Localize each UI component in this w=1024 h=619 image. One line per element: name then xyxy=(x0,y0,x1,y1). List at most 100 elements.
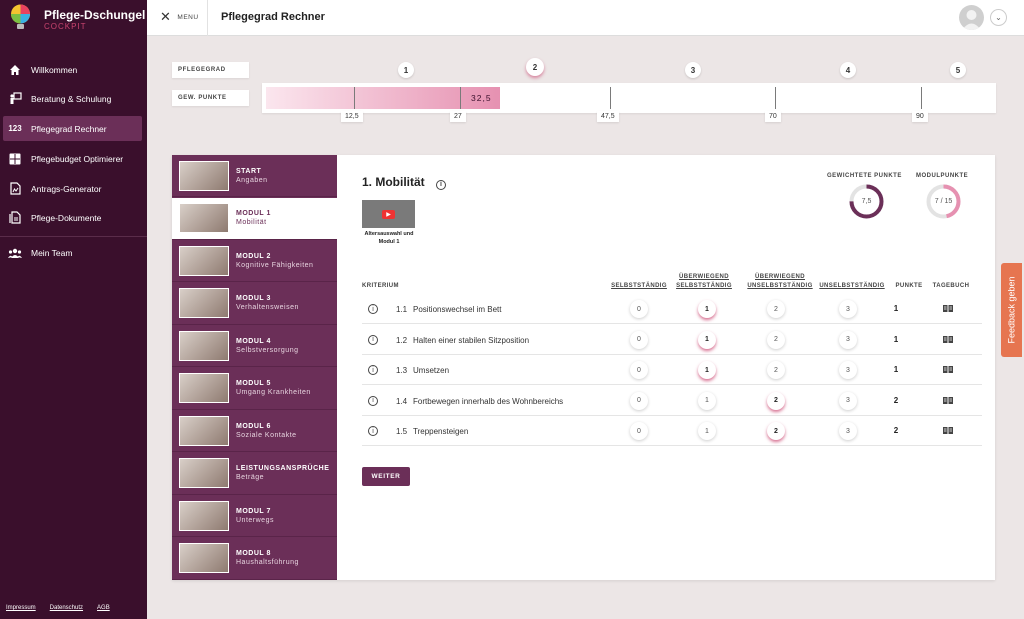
info-icon[interactable]: i xyxy=(368,395,378,406)
menu-button[interactable]: ✕ MENU xyxy=(160,10,199,23)
score-option[interactable]: 3 xyxy=(839,330,857,349)
module-panel: START Angaben MODUL 1 Mobilität MODUL 2 Kogni… xyxy=(172,155,995,580)
module-list-item[interactable]: MODUL 5 Umgang Krankheiten xyxy=(172,368,337,410)
row-points: 2 xyxy=(893,426,899,435)
score-option[interactable]: 3 xyxy=(839,422,857,440)
module-item-title: LEISTUNGSANSPRÜCHE xyxy=(236,465,330,472)
score-option[interactable]: 1 xyxy=(698,300,716,318)
score-option[interactable]: 1 xyxy=(698,391,716,410)
bar-tick xyxy=(921,87,922,109)
sidebar-item-pflegebudget[interactable]: Pflegebudget Optimierer xyxy=(3,146,142,171)
bar-tick xyxy=(460,87,461,109)
datenschutz-link[interactable]: Datenschutz xyxy=(50,605,83,611)
module-list: START Angaben MODUL 1 Mobilität MODUL 2 Kogni… xyxy=(172,155,337,580)
sidebar-item-willkommen[interactable]: Willkommen xyxy=(3,57,142,82)
table-row: i 1.4 Fortbewegen innerhalb des Wohnbereic… xyxy=(362,386,982,416)
sidebar-divider xyxy=(0,236,147,237)
diary-book-icon[interactable] xyxy=(942,365,954,374)
app-subtitle: COCKPIT xyxy=(44,22,87,31)
diary-book-icon[interactable] xyxy=(942,304,954,313)
module-heading: 1. Mobilität i xyxy=(362,175,447,190)
row-points: 1 xyxy=(893,334,899,344)
score-option[interactable]: 2 xyxy=(767,361,785,379)
points-value: 32,5 xyxy=(471,93,492,103)
score-option[interactable]: 2 xyxy=(767,300,785,318)
module-list-item[interactable]: MODUL 1 Mobilität xyxy=(172,197,337,240)
module-thumbnail xyxy=(179,288,229,318)
module-list-item[interactable]: MODUL 6 Soziale Kontakte xyxy=(172,410,337,452)
score-option[interactable]: 2 xyxy=(767,391,785,410)
diary-book-icon[interactable] xyxy=(942,335,954,344)
tick-label: 12,5 xyxy=(341,111,363,122)
feedback-label: Feedback geben xyxy=(1006,276,1017,344)
bar-tick xyxy=(610,87,611,109)
col-label-line2: UNSELBSTSTÄNDIG xyxy=(747,283,813,289)
info-icon[interactable]: i xyxy=(368,334,378,345)
module-list-item[interactable]: MODUL 3 Verhaltensweisen xyxy=(172,283,337,325)
module-item-title: MODUL 3 xyxy=(236,295,271,302)
score-option[interactable]: 0 xyxy=(630,422,648,440)
score-option[interactable]: 0 xyxy=(630,330,648,349)
info-icon[interactable]: i xyxy=(436,179,447,190)
score-option[interactable]: 3 xyxy=(839,300,857,318)
criterion-label: Umsetzen xyxy=(413,366,450,375)
sidebar-item-pflege-dokumente[interactable]: Pflege-Dokumente xyxy=(3,205,142,230)
criterion-number: 1.5 xyxy=(396,427,408,436)
score-option[interactable]: 0 xyxy=(630,391,648,410)
avatar[interactable] xyxy=(959,5,984,30)
module-list-item[interactable]: LEISTUNGSANSPRÜCHE Beträge xyxy=(172,453,337,495)
module-item-subtitle: Haushaltsführung xyxy=(236,559,299,566)
sidebar-item-mein-team[interactable]: Mein Team xyxy=(3,240,142,265)
video-thumbnail[interactable]: ▶ xyxy=(362,200,415,228)
score-option[interactable]: 3 xyxy=(839,361,857,379)
agb-link[interactable]: AGB xyxy=(97,605,110,611)
criterion-number: 1.1 xyxy=(396,305,408,314)
module-thumbnail xyxy=(179,543,229,573)
topbar: ✕ MENU Pflegegrad Rechner ⌄ xyxy=(147,0,1024,36)
module-item-subtitle: Angaben xyxy=(236,176,268,184)
next-button[interactable]: WEITER xyxy=(362,467,410,486)
col-ueberwiegend-unselbststaendig[interactable]: ÜBERWIEGEND UNSELBSTSTÄNDIG xyxy=(742,273,818,291)
module-list-item[interactable]: MODUL 8 Haushaltsführung xyxy=(172,538,337,580)
col-ueberwiegend-selbststaendig[interactable]: ÜBERWIEGEND SELBSTSTÄNDIG xyxy=(674,273,734,291)
module-thumbnail xyxy=(179,458,229,488)
score-option[interactable]: 2 xyxy=(767,422,785,440)
module-list-item[interactable]: START Angaben xyxy=(172,155,337,197)
module-list-item[interactable]: MODUL 4 Selbstversorgung xyxy=(172,325,337,367)
info-icon[interactable]: i xyxy=(368,304,378,314)
score-option[interactable]: 1 xyxy=(698,361,716,379)
criterion-number: 1.2 xyxy=(396,335,408,345)
criterion-label: Fortbewegen innerhalb des Wohnbereichs xyxy=(413,396,564,406)
score-option[interactable]: 3 xyxy=(839,391,857,410)
diary-book-icon[interactable] xyxy=(942,426,954,435)
user-menu-button[interactable]: ⌄ xyxy=(990,9,1007,26)
module-list-item[interactable]: MODUL 7 Unterwegs xyxy=(172,495,337,537)
score-option[interactable]: 0 xyxy=(630,361,648,379)
sidebar-item-beratung[interactable]: Beratung & Schulung xyxy=(3,86,142,111)
col-points: PUNKTE xyxy=(895,283,923,289)
module-list-item[interactable]: MODUL 2 Kognitive Fähigkeiten xyxy=(172,240,337,282)
pflegegrad-label: PFLEGEGRAD xyxy=(172,62,249,78)
score-option[interactable]: 1 xyxy=(698,422,716,440)
row-points: 1 xyxy=(893,304,899,313)
module-thumbnail xyxy=(179,330,229,361)
module-thumbnail xyxy=(179,160,229,191)
score-option[interactable]: 1 xyxy=(698,330,716,349)
impressum-link[interactable]: Impressum xyxy=(6,605,36,611)
score-option[interactable]: 2 xyxy=(767,330,785,349)
col-selbststaendig[interactable]: SELBSTSTÄNDIG xyxy=(609,282,669,291)
info-icon[interactable]: i xyxy=(368,426,378,436)
score-option[interactable]: 0 xyxy=(630,300,648,318)
feedback-button[interactable]: Feedback geben xyxy=(1001,263,1022,357)
sidebar-item-antrags-generator[interactable]: Antrags-Generator xyxy=(3,176,142,201)
tick-label: 90 xyxy=(912,111,928,122)
sidebar-item-pflegegrad-rechner[interactable]: 123 Pflegegrad Rechner xyxy=(3,116,142,141)
bar-tick xyxy=(354,87,355,109)
sidebar: Pflege-Dschungel COCKPIT Willkommen Bera… xyxy=(0,0,147,619)
module-item-subtitle: Soziale Kontakte xyxy=(236,431,297,439)
diary-book-icon[interactable] xyxy=(942,396,954,405)
criterion-label: Positionswechsel im Bett xyxy=(413,305,502,314)
info-icon[interactable]: i xyxy=(368,365,378,375)
col-unselbststaendig[interactable]: UNSELBSTSTÄNDIG xyxy=(816,282,888,291)
grade-bubble-5: 5 xyxy=(950,62,966,78)
